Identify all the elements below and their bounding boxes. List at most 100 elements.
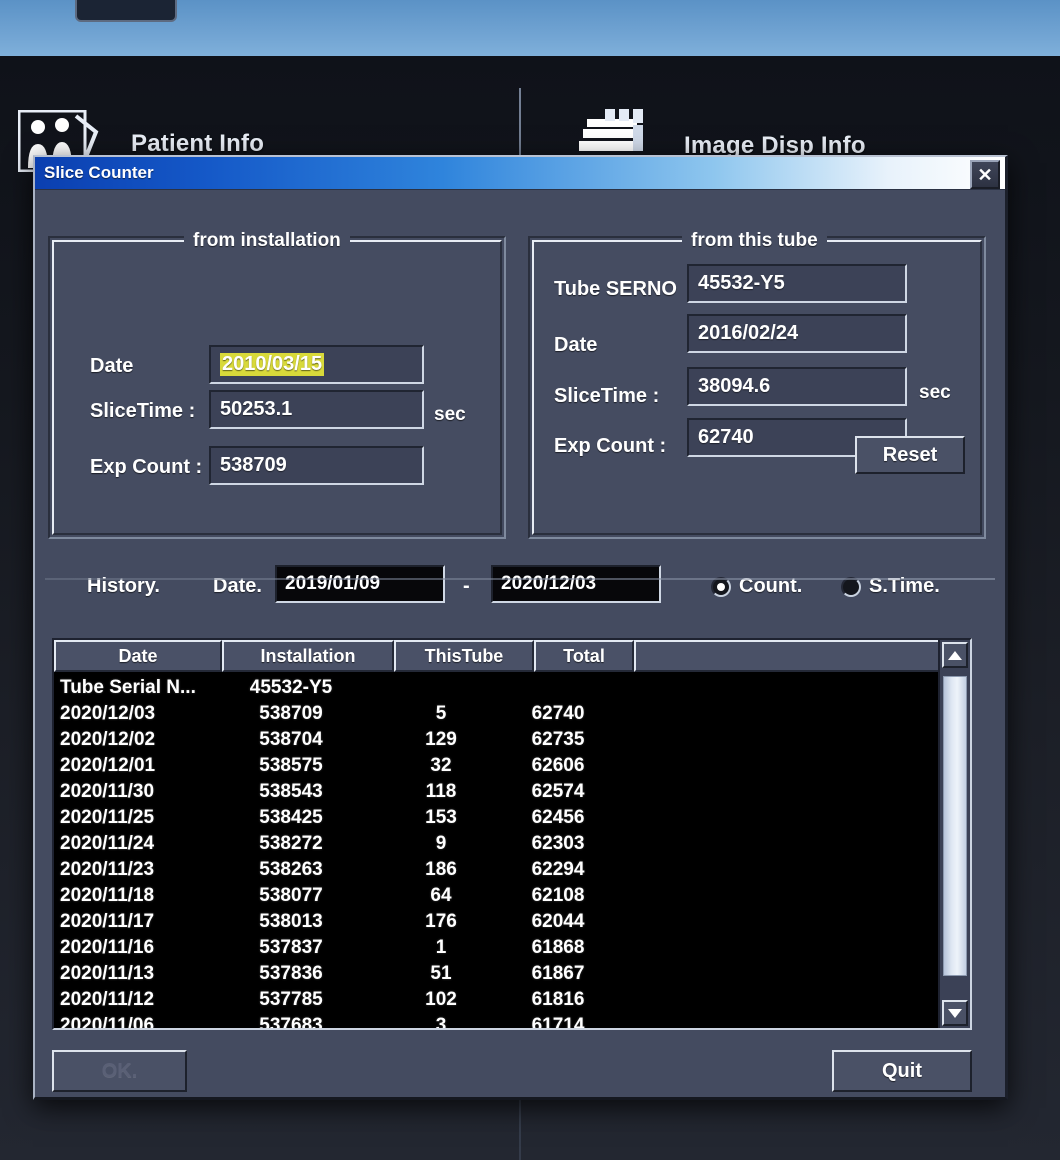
- cell-total: 62606: [531, 755, 585, 776]
- vertical-scrollbar[interactable]: [938, 640, 970, 1028]
- installation-expcount-label: Exp Count :: [90, 456, 203, 478]
- close-icon[interactable]: ✕: [970, 160, 1000, 189]
- cell-thistube: 5: [435, 703, 447, 724]
- group-from-this-tube-title: from this tube: [682, 230, 827, 252]
- table-row[interactable]: 2020/11/23 538263 186 62294: [54, 857, 970, 883]
- cell-installation: 45532-Y5: [249, 677, 333, 698]
- cell-installation: 538709: [259, 703, 323, 724]
- cell-date: 2020/11/25: [60, 807, 155, 828]
- dialog-body: from installation Date 2010/03/15 SliceT…: [35, 190, 1005, 1101]
- cell-date: Tube Serial N...: [60, 677, 196, 698]
- installation-slicetime-field[interactable]: 50253.1: [209, 390, 424, 429]
- table-body: Tube Serial N... 45532-Y5 2020/12/03 538709…: [54, 672, 970, 1028]
- tube-date-label: Date: [554, 334, 598, 356]
- cell-date: 2020/12/03: [60, 703, 156, 724]
- column-header-date[interactable]: Date: [54, 640, 222, 672]
- cell-total: 62735: [531, 729, 585, 750]
- background-top-tab[interactable]: [75, 0, 177, 22]
- cell-thistube: 32: [430, 755, 452, 776]
- tube-slicetime-unit: sec: [919, 382, 951, 403]
- cell-total: 62108: [531, 885, 585, 906]
- table-row[interactable]: 2020/11/12 537785 102 61816: [54, 987, 970, 1013]
- tube-expcount-label: Exp Count :: [554, 435, 667, 457]
- group-from-this-tube: from this tube Tube SERNO 45532-Y5 Date …: [528, 230, 986, 539]
- cell-thistube: 129: [425, 729, 457, 750]
- cell-thistube: 64: [430, 885, 452, 906]
- cell-date: 2020/11/17: [60, 911, 155, 932]
- cell-installation: 537785: [259, 989, 323, 1010]
- tube-serno-field[interactable]: 45532-Y5: [687, 264, 907, 303]
- cell-date: 2020/11/24: [60, 833, 155, 854]
- scroll-down-icon[interactable]: [942, 1000, 968, 1026]
- cell-total: 61867: [531, 963, 585, 984]
- cell-thistube: 176: [425, 911, 457, 932]
- cell-total: 61714: [531, 1015, 585, 1028]
- tube-slicetime-field[interactable]: 38094.6: [687, 367, 907, 406]
- cell-thistube: 186: [425, 859, 457, 880]
- column-header-installation[interactable]: Installation: [222, 640, 394, 672]
- table-row[interactable]: 2020/11/06 537683 3 61714: [54, 1013, 970, 1028]
- tube-serno-value: 45532-Y5: [698, 272, 785, 294]
- table-row[interactable]: 2020/11/25 538425 153 62456: [54, 805, 970, 831]
- installation-date-field[interactable]: 2010/03/15: [209, 345, 424, 384]
- cell-installation: 538425: [259, 807, 323, 828]
- cell-installation: 538272: [259, 833, 323, 854]
- scrollbar-thumb[interactable]: [943, 676, 967, 976]
- quit-button[interactable]: Quit: [832, 1050, 972, 1092]
- installation-slicetime-label: SliceTime :: [90, 400, 196, 422]
- cell-total: 62294: [531, 859, 585, 880]
- cell-total: 61816: [531, 989, 585, 1010]
- table-row[interactable]: Tube Serial N... 45532-Y5: [54, 675, 970, 701]
- cell-installation: 538263: [259, 859, 323, 880]
- cell-total: 61868: [531, 937, 585, 958]
- cell-total: 62044: [531, 911, 585, 932]
- installation-expcount-field[interactable]: 538709: [209, 446, 424, 485]
- table-row[interactable]: 2020/11/17 538013 176 62044: [54, 909, 970, 935]
- cell-thistube: 9: [435, 833, 447, 854]
- table-row[interactable]: 2020/12/03 538709 5 62740: [54, 701, 970, 727]
- tube-serno-label: Tube SERNO: [554, 278, 677, 300]
- cell-date: 2020/11/18: [60, 885, 155, 906]
- table-row[interactable]: 2020/11/18 538077 64 62108: [54, 883, 970, 909]
- installation-date-value: 2010/03/15: [220, 353, 325, 376]
- cell-total: 62740: [531, 703, 585, 724]
- installation-expcount-value: 538709: [220, 454, 287, 476]
- column-header-total[interactable]: Total: [534, 640, 634, 672]
- cell-installation: 538575: [259, 755, 323, 776]
- slice-counter-dialog: Slice Counter ✕ from installation Date 2…: [33, 155, 1008, 1100]
- cell-installation: 537837: [259, 937, 323, 958]
- cell-date: 2020/11/12: [60, 989, 155, 1010]
- table-row[interactable]: 2020/11/24 538272 9 62303: [54, 831, 970, 857]
- cell-total: 62456: [531, 807, 585, 828]
- cell-date: 2020/12/02: [60, 729, 156, 750]
- column-header-thistube[interactable]: ThisTube: [394, 640, 534, 672]
- table-row[interactable]: 2020/12/02 538704 129 62735: [54, 727, 970, 753]
- cell-installation: 537683: [259, 1015, 323, 1028]
- cell-total: 62574: [531, 781, 585, 802]
- installation-date-label: Date: [90, 355, 134, 377]
- table-row[interactable]: 2020/11/16 537837 1 61868: [54, 935, 970, 961]
- history-date-to-input[interactable]: 2020/12/03: [491, 565, 661, 603]
- cell-date: 2020/11/06: [60, 1015, 155, 1028]
- cell-date: 2020/11/23: [60, 859, 155, 880]
- table-row[interactable]: 2020/11/13 537836 51 61867: [54, 961, 970, 987]
- dialog-titlebar[interactable]: Slice Counter ✕: [35, 157, 1005, 190]
- dialog-title: Slice Counter: [44, 163, 154, 182]
- tube-slicetime-label: SliceTime :: [554, 385, 660, 407]
- tube-date-field[interactable]: 2016/02/24: [687, 314, 907, 353]
- footer-separator: [45, 578, 995, 580]
- history-date-from-input[interactable]: 2019/01/09: [275, 565, 445, 603]
- scroll-up-icon[interactable]: [942, 642, 968, 668]
- table-row[interactable]: 2020/12/01 538575 32 62606: [54, 753, 970, 779]
- cell-installation: 538704: [259, 729, 323, 750]
- column-header-filler: [634, 640, 970, 672]
- table-header-row: Date Installation ThisTube Total: [54, 640, 970, 672]
- table-row[interactable]: 2020/11/30 538543 118 62574: [54, 779, 970, 805]
- cell-date: 2020/12/01: [60, 755, 156, 776]
- installation-slicetime-unit: sec: [434, 404, 466, 425]
- reset-button[interactable]: Reset: [855, 436, 965, 474]
- tube-expcount-value: 62740: [698, 426, 754, 448]
- ok-button[interactable]: OK.: [52, 1050, 187, 1092]
- cell-thistube: 102: [425, 989, 457, 1010]
- group-from-installation: from installation Date 2010/03/15 SliceT…: [48, 230, 506, 539]
